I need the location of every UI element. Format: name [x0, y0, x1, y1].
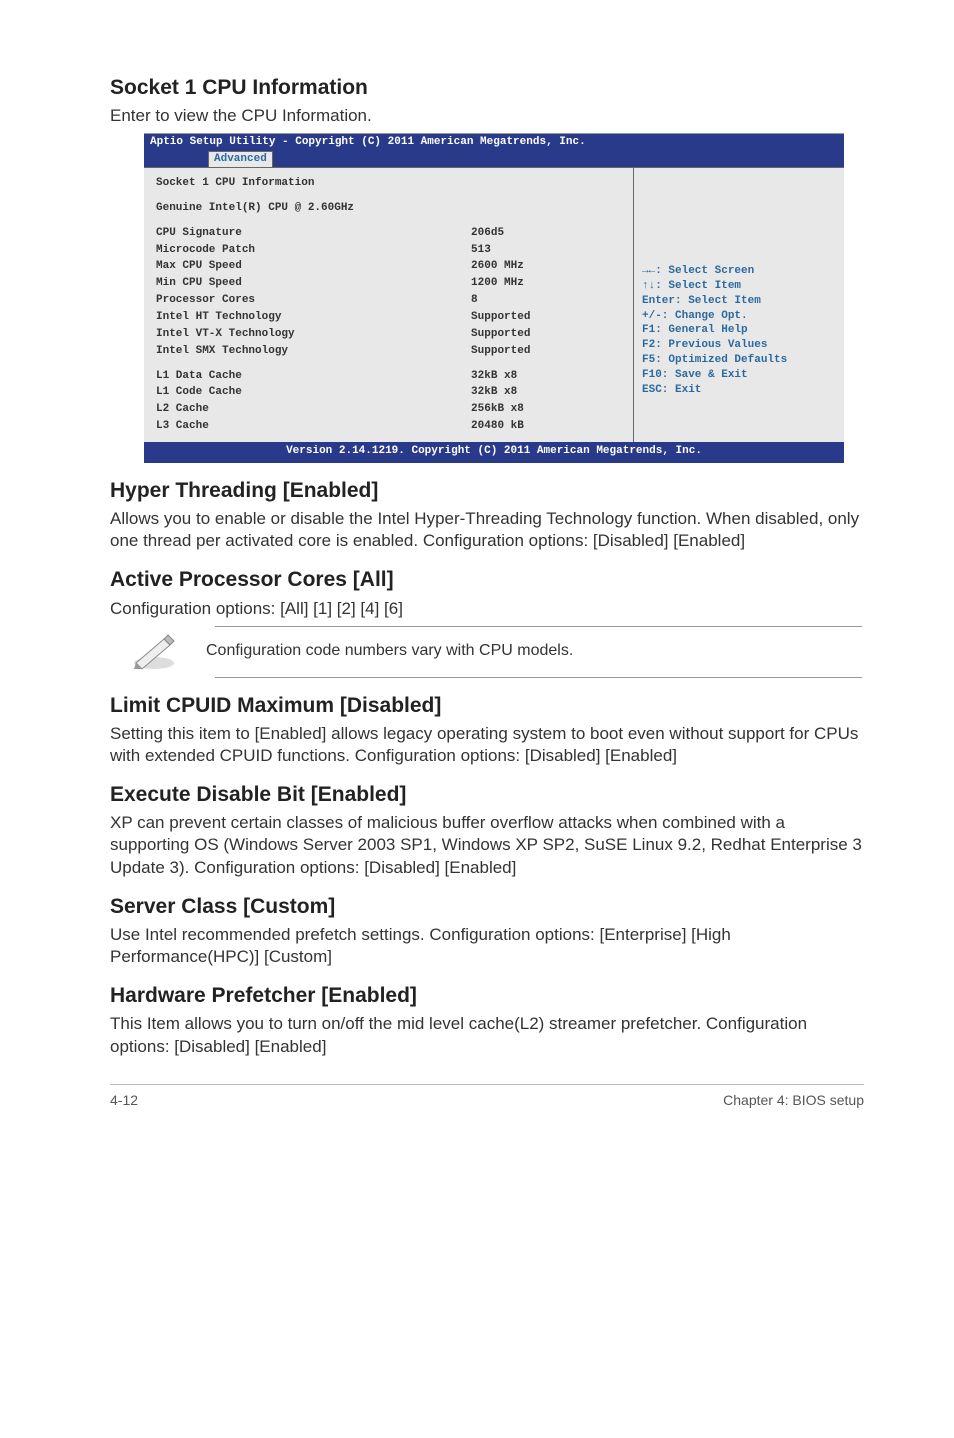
bios-row-val: Supported [447, 310, 621, 325]
bios-cpu-name: Genuine Intel(R) CPU @ 2.60GHz [156, 201, 621, 216]
bios-section-title: Socket 1 CPU Information [156, 176, 621, 191]
bios-legend-line: +/-: Change Opt. [642, 309, 836, 324]
text-hardware-prefetcher: This Item allows you to turn on/off the … [110, 1013, 864, 1057]
bios-legend-line: Enter: Select Item [642, 294, 836, 309]
bios-row-key: CPU Signature [156, 226, 445, 241]
bios-header: Aptio Setup Utility - Copyright (C) 2011… [144, 134, 844, 167]
text-hyper-threading: Allows you to enable or disable the Inte… [110, 508, 864, 552]
note-text: Configuration code numbers vary with CPU… [206, 641, 573, 662]
bios-row-key: L3 Cache [156, 419, 445, 434]
page-number: 4-12 [110, 1091, 138, 1109]
text-execute-disable: XP can prevent certain classes of malici… [110, 812, 864, 878]
bios-row-key: L1 Data Cache [156, 369, 445, 384]
page-footer: 4-12 Chapter 4: BIOS setup [110, 1084, 864, 1109]
bios-row-val: 8 [447, 293, 621, 308]
bios-row-val: Supported [447, 344, 621, 359]
bios-right-pane: →←: Select Screen ↑↓: Select Item Enter:… [634, 167, 844, 442]
bios-row-val: 513 [447, 243, 621, 258]
bios-legend-line: ESC: Exit [642, 383, 836, 398]
heading-hyper-threading: Hyper Threading [Enabled] [110, 477, 864, 504]
bios-tab-advanced: Advanced [208, 151, 273, 167]
heading-server-class: Server Class [Custom] [110, 893, 864, 920]
heading-limit-cpuid: Limit CPUID Maximum [Disabled] [110, 692, 864, 719]
bios-title: Aptio Setup Utility - Copyright (C) 2011… [150, 136, 586, 148]
bios-left-pane: Socket 1 CPU Information Genuine Intel(R… [144, 167, 634, 442]
text-limit-cpuid: Setting this item to [Enabled] allows le… [110, 723, 864, 767]
heading-active-cores: Active Processor Cores [All] [110, 566, 864, 593]
heading-hardware-prefetcher: Hardware Prefetcher [Enabled] [110, 982, 864, 1009]
bios-row-val: 206d5 [447, 226, 621, 241]
bios-row-val: 32kB x8 [447, 385, 621, 400]
bios-row-val: Supported [447, 327, 621, 342]
bios-row-val: 256kB x8 [447, 402, 621, 417]
chapter-label: Chapter 4: BIOS setup [723, 1091, 864, 1109]
heading-socket1: Socket 1 CPU Information [110, 74, 864, 101]
bios-footer: Version 2.14.1219. Copyright (C) 2011 Am… [144, 442, 844, 461]
bios-legend-line: ↑↓: Select Item [642, 279, 836, 294]
bios-screenshot: Aptio Setup Utility - Copyright (C) 2011… [144, 133, 844, 462]
heading-execute-disable: Execute Disable Bit [Enabled] [110, 781, 864, 808]
divider [215, 677, 862, 678]
bios-row-val: 1200 MHz [447, 276, 621, 291]
bios-legend-line: →←: Select Screen [642, 264, 836, 279]
bios-row-key: Min CPU Speed [156, 276, 445, 291]
bios-legend-line: F2: Previous Values [642, 338, 836, 353]
bios-row-key: Intel VT-X Technology [156, 327, 445, 342]
pencil-icon [130, 633, 178, 671]
bios-row-key: Processor Cores [156, 293, 445, 308]
bios-row-key: Intel HT Technology [156, 310, 445, 325]
bios-row-key: L1 Code Cache [156, 385, 445, 400]
bios-legend-line: F10: Save & Exit [642, 368, 836, 383]
bios-legend-line: F5: Optimized Defaults [642, 353, 836, 368]
bios-row-val: 20480 kB [447, 419, 621, 434]
text-server-class: Use Intel recommended prefetch settings.… [110, 924, 864, 968]
bios-row-val: 32kB x8 [447, 369, 621, 384]
text-socket1-sub: Enter to view the CPU Information. [110, 105, 864, 127]
note-callout: Configuration code numbers vary with CPU… [110, 626, 864, 678]
bios-row-val: 2600 MHz [447, 259, 621, 274]
bios-row-key: Max CPU Speed [156, 259, 445, 274]
bios-row-key: Intel SMX Technology [156, 344, 445, 359]
bios-legend-line: F1: General Help [642, 323, 836, 338]
text-active-cores: Configuration options: [All] [1] [2] [4]… [110, 598, 864, 620]
bios-row-key: Microcode Patch [156, 243, 445, 258]
bios-row-key: L2 Cache [156, 402, 445, 417]
